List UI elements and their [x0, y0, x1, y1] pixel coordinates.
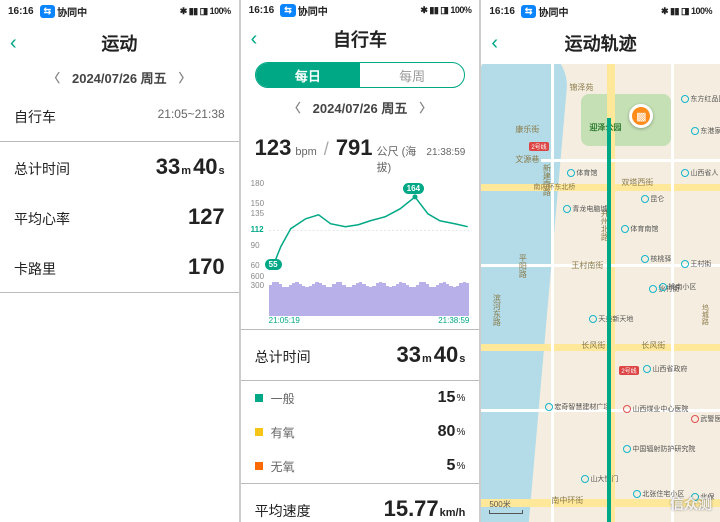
- hr-max-callout: 164: [403, 183, 424, 194]
- header: ‹ 运动: [0, 22, 239, 64]
- zone-normal: 一般 15%: [241, 381, 480, 415]
- page-title: 自行车: [275, 26, 446, 52]
- metro-badge: 2号线: [619, 366, 638, 375]
- map-scale: 500米: [489, 499, 523, 514]
- park-label: 迎泽公园: [589, 122, 621, 133]
- sync-label: 协同中: [57, 4, 87, 19]
- activity-name: 自行车: [14, 107, 158, 127]
- hr-chart[interactable]: 180 150 135 112 90 60 164 55: [251, 179, 470, 268]
- page-title: 运动: [34, 30, 205, 56]
- zone-anaerobic: 无氧 5%: [241, 449, 480, 483]
- next-day-icon[interactable]: 〉: [179, 69, 191, 86]
- stat-calories: 卡路里 170: [0, 242, 239, 292]
- screen-track-map: 16:16 ⇆ 协同中 ✱ ▮▮ ◨ 100% ‹ 运动轨迹 迎泽公园 锦泽苑 …: [481, 0, 720, 522]
- screen-exercise-summary: 16:16 ⇆ 协同中 ✱ ▮▮ ◨ 100% ‹ 运动 〈 2024/07/2…: [0, 0, 239, 522]
- seg-daily[interactable]: 每日: [256, 63, 360, 87]
- sync-badge: ⇆: [40, 5, 56, 18]
- date-selector[interactable]: 〈 2024/07/26 周五 〉: [241, 94, 480, 127]
- date-selector[interactable]: 〈 2024/07/26 周五 〉: [0, 64, 239, 97]
- sync-badge: ⇆: [280, 4, 296, 17]
- zone-aerobic: 有氧 80%: [241, 415, 480, 449]
- back-icon[interactable]: ‹: [251, 28, 275, 51]
- prev-day-icon[interactable]: 〈: [48, 69, 60, 86]
- stat-total-time: 总计时间 33m 40s: [241, 330, 480, 380]
- metro-badge: 2号线: [529, 142, 548, 151]
- seg-weekly[interactable]: 每周: [360, 63, 464, 87]
- page-title: 运动轨迹: [515, 30, 686, 56]
- next-day-icon[interactable]: 〉: [419, 99, 431, 116]
- status-bar: 16:16 ⇆ 协同中 ✱ ▮▮ ◨ 100%: [241, 0, 480, 20]
- activity-row[interactable]: 自行车 21:05~21:38: [0, 97, 239, 141]
- map-canvas[interactable]: 迎泽公园 锦泽苑 康乐街 新建南路 文源巷 平阳路 滨河东路 南内环东北桥 双塔…: [481, 64, 720, 522]
- period-segment[interactable]: 每日 每周: [255, 62, 466, 88]
- gps-track: [607, 118, 611, 522]
- status-indicators: ✱ ▮▮ ◨ 100%: [180, 6, 231, 17]
- status-time: 16:16: [8, 6, 34, 17]
- date-label: 2024/07/26 周五: [72, 68, 167, 87]
- status-bar: 16:16 ⇆ 协同中 ✱ ▮▮ ◨ 100%: [0, 0, 239, 22]
- back-icon[interactable]: ‹: [491, 32, 515, 55]
- back-icon[interactable]: ‹: [10, 32, 34, 55]
- hr-min-callout: 55: [265, 259, 282, 270]
- activity-time-range: 21:05~21:38: [158, 107, 225, 127]
- status-bar: 16:16 ⇆ 协同中 ✱ ▮▮ ◨ 100%: [481, 0, 720, 22]
- sync-badge: ⇆: [521, 5, 537, 18]
- header: ‹ 运动轨迹: [481, 22, 720, 64]
- altitude-chart[interactable]: 600 300 21:05:19 21:38:59: [251, 272, 470, 325]
- metrics-row: 123bpm / 791公尺 (海拔) 21:38:59: [241, 127, 480, 177]
- header: ‹ 自行车: [241, 20, 480, 58]
- prev-day-icon[interactable]: 〈: [289, 99, 301, 116]
- stat-total-time: 总计时间 33m 40s: [0, 142, 239, 192]
- stat-avg-speed: 平均速度 15.77km/h: [241, 484, 480, 522]
- screen-cycling-detail: 16:16 ⇆ 协同中 ✱ ▮▮ ◨ 100% ‹ 自行车 每日 每周 〈 20…: [241, 0, 480, 522]
- stat-avg-hr: 平均心率 127: [0, 192, 239, 242]
